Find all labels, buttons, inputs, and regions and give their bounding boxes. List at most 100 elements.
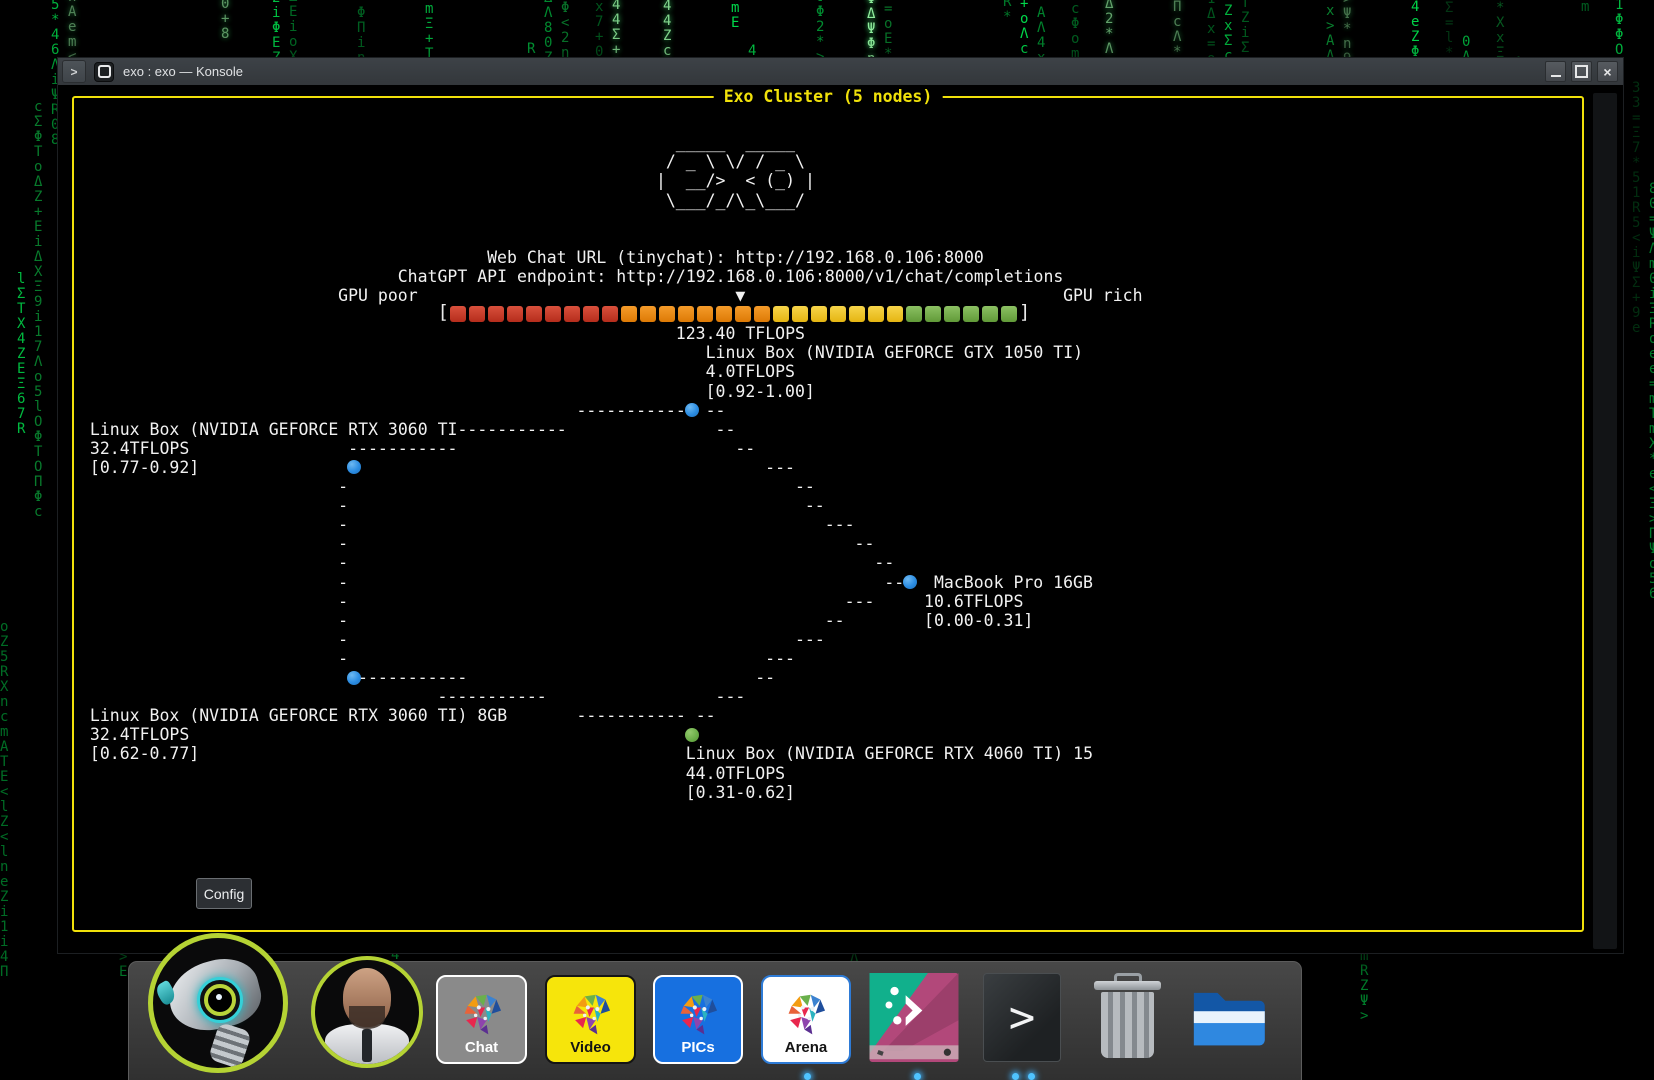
gpu-bar-segment-green <box>982 306 998 322</box>
dock-item-chat-app[interactable]: Chat <box>436 975 527 1064</box>
plasma-icon <box>869 1049 959 1066</box>
terminal-text: / _ \ \/ / _ \ <box>656 152 805 171</box>
terminal-text: -- <box>755 668 775 687</box>
gpu-bar-segment-yellow <box>887 306 903 322</box>
terminal-text: \___/_/\_\___/ <box>656 191 805 210</box>
dock-item-file-manager[interactable] <box>1186 973 1270 1060</box>
dock-item-trash[interactable] <box>1094 973 1161 1058</box>
terminal-text: - <box>338 553 348 572</box>
running-indicator-dot <box>1028 1073 1035 1080</box>
terminal-text: --- <box>765 458 795 477</box>
gpu-bar-segment-red <box>488 306 504 322</box>
terminal-text: -- <box>884 573 904 592</box>
gpu-bar-open-bracket: [ <box>437 303 448 322</box>
dock-item-pics-app[interactable]: PICs <box>653 975 743 1064</box>
terminal-text: [0.00-0.31] <box>924 611 1033 630</box>
titlebar-menu-button[interactable]: > <box>62 60 86 83</box>
terminal-text: Linux Box (NVIDIA GEFORCE RTX 4060 TI) 1… <box>686 744 1093 763</box>
terminal-text: 123.40 TFLOPS <box>676 324 805 343</box>
gpu-bar-segment-yellow <box>773 306 789 322</box>
gpu-bar-segment-green <box>963 306 979 322</box>
rain-column: Z R Δ i 9 m i 5 c Φ o m <box>1071 0 1079 62</box>
terminal-text: ----------- <box>348 439 457 458</box>
gpu-capability-bar: [] <box>437 304 1030 323</box>
terminal-text: -- <box>706 401 726 420</box>
terminal-text: - <box>338 515 348 534</box>
dock-item-konsole-app[interactable]: > <box>983 973 1061 1062</box>
close-button[interactable]: × <box>1597 61 1618 82</box>
gpu-bar-segment-red <box>507 306 523 322</box>
terminal-text: ----------- <box>577 401 686 420</box>
running-indicator-dot <box>914 1073 921 1080</box>
terminal-text: - <box>338 630 348 649</box>
man-beard <box>349 1006 384 1029</box>
terminal-text: -- <box>874 553 894 572</box>
dock-item-cyborg-avatar[interactable] <box>311 956 423 1068</box>
terminal-text: ----------- -- <box>577 706 716 725</box>
terminal-text: - <box>338 496 348 515</box>
dock-label-pics: PICs <box>681 1039 714 1056</box>
maximize-button[interactable] <box>1571 61 1592 82</box>
terminal-text: -- <box>825 611 845 630</box>
terminal-text: -- <box>716 420 736 439</box>
terminal-text: GPU rich <box>1063 286 1142 305</box>
gpu-bar-segment-red <box>526 306 542 322</box>
terminal-text: - <box>338 649 348 668</box>
konsole-chevron-icon: > <box>984 974 1060 1061</box>
rain-column: n E > 6 5 2 Z e e 1 6 m E <box>731 0 739 31</box>
terminal-text: - <box>338 611 348 630</box>
konsole-window: > exo : exo — Konsole × Exo Cluster (5 n… <box>57 57 1624 954</box>
terminal-text: ▼ <box>735 286 745 305</box>
gpu-bar-segment-yellow <box>792 306 808 322</box>
terminal-text: - <box>338 534 348 553</box>
gpu-bar-segment-orange <box>735 306 751 322</box>
rain-column: 6 7 < 3 7 3 = O * 0 i Δ Φ < 2 n <box>561 0 569 61</box>
gpu-bar-segment-red <box>564 306 580 322</box>
node-dot-blue <box>685 403 699 417</box>
terminal-text: 32.4TFLOPS <box>90 725 189 744</box>
rain-column: 3 3 = Ξ 7 * 5 1 R 5 < i Ψ Σ + 9 e <box>1632 81 1640 336</box>
terminal-viewport: Exo Cluster (5 nodes) _____ _____ / _ \ … <box>58 85 1623 953</box>
config-button[interactable]: Config <box>196 878 252 909</box>
dock-item-arena-app[interactable]: Arena <box>761 975 851 1064</box>
running-indicator-dot <box>1012 1073 1019 1080</box>
folder-icon <box>1186 1047 1270 1064</box>
terminal-text: [0.77-0.92] <box>90 458 199 477</box>
terminal-text: --- <box>795 630 825 649</box>
terminal-text: ----------- <box>358 668 467 687</box>
terminal-text: 10.6TFLOPS <box>924 592 1023 611</box>
terminal-text: _____ _____ <box>656 133 795 152</box>
gpu-bar-segment-orange <box>716 306 732 322</box>
terminal-text: -- <box>805 496 825 515</box>
terminal-text: Linux Box (NVIDIA GEFORCE RTX 3060 TI) 8… <box>90 706 507 725</box>
terminal-text: | __/> < (_) | <box>656 171 815 190</box>
terminal-text: [0.31-0.62] <box>686 783 795 802</box>
rain-column: l Σ T X 4 Z E Ξ 6 7 R <box>17 272 25 437</box>
gpu-bar-segment-orange <box>678 306 694 322</box>
terminal-text: - <box>338 573 348 592</box>
terminal-text: 4.0TFLOPS <box>706 362 795 381</box>
rain-column: < m Ψ 2 < = Φ Ψ i l c Λ Φ 8 T 2 R * <box>1003 0 1011 25</box>
window-titlebar[interactable]: > exo : exo — Konsole × <box>58 58 1623 86</box>
terminal-text: Web Chat URL (tinychat): http://192.168.… <box>487 248 984 267</box>
gpu-bar-close-bracket: ] <box>1019 303 1030 322</box>
node-dot-blue <box>903 575 917 589</box>
rain-column: o Z 5 R X n c m A T E < l Z < l n e Z i … <box>0 620 8 980</box>
terminal-text: --- <box>765 649 795 668</box>
dock-item-exo-robot-avatar[interactable] <box>148 933 288 1073</box>
minimize-button[interactable] <box>1545 61 1566 82</box>
gpu-bar-segment-yellow <box>811 306 827 322</box>
terminal-scrollbar[interactable] <box>1593 93 1617 949</box>
gpu-bar-segment-red <box>602 306 618 322</box>
terminal-text: GPU poor <box>338 286 417 305</box>
terminal-text: --- <box>825 515 855 534</box>
gpu-bar-segment-orange <box>754 306 770 322</box>
gpu-bar-segment-orange <box>621 306 637 322</box>
terminal-text: 32.4TFLOPS <box>90 439 189 458</box>
dock-item-plasma-app[interactable] <box>869 973 959 1062</box>
running-indicator-dot <box>804 1073 811 1080</box>
terminal-text: --- <box>716 687 746 706</box>
dock-item-video-app[interactable]: Video <box>545 975 636 1064</box>
gpu-bar-segment-yellow <box>849 306 865 322</box>
terminal-text: [0.62-0.77] <box>90 744 199 763</box>
